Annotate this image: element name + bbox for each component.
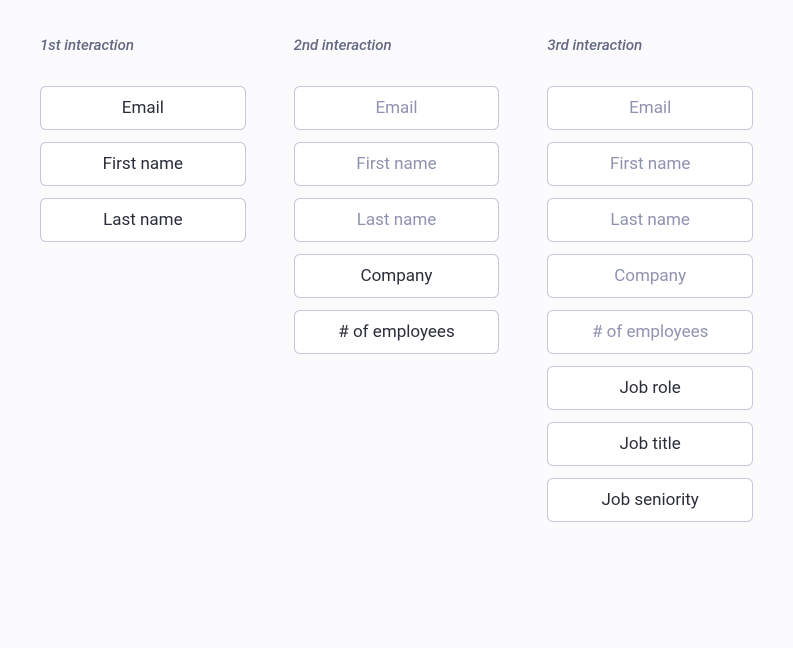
field-label: Job role bbox=[620, 378, 681, 398]
columns-container: 1st interaction Email First name Last na… bbox=[40, 36, 753, 534]
interaction-column-1: 1st interaction Email First name Last na… bbox=[40, 36, 246, 534]
interaction-column-3: 3rd interaction Email First name Last na… bbox=[547, 36, 753, 534]
field-email[interactable]: Email bbox=[40, 86, 246, 130]
field-label: # of employees bbox=[592, 322, 708, 342]
field-label: Email bbox=[629, 98, 671, 118]
field-label: Last name bbox=[103, 210, 183, 230]
field-last-name[interactable]: Last name bbox=[547, 198, 753, 242]
field-label: Job title bbox=[620, 434, 681, 454]
field-label: Company bbox=[361, 266, 433, 286]
field-company[interactable]: Company bbox=[294, 254, 500, 298]
field-job-seniority[interactable]: Job seniority bbox=[547, 478, 753, 522]
column-header: 1st interaction bbox=[40, 36, 246, 54]
field-first-name[interactable]: First name bbox=[547, 142, 753, 186]
field-label: Email bbox=[122, 98, 164, 118]
field-label: Job seniority bbox=[602, 490, 699, 510]
column-header: 2nd interaction bbox=[294, 36, 500, 54]
field-email[interactable]: Email bbox=[547, 86, 753, 130]
field-label: # of employees bbox=[338, 322, 454, 342]
field-label: Company bbox=[614, 266, 686, 286]
field-label: First name bbox=[103, 154, 183, 174]
field-label: Email bbox=[375, 98, 417, 118]
field-first-name[interactable]: First name bbox=[40, 142, 246, 186]
field-label: First name bbox=[356, 154, 436, 174]
field-label: Last name bbox=[357, 210, 437, 230]
field-last-name[interactable]: Last name bbox=[40, 198, 246, 242]
field-job-role[interactable]: Job role bbox=[547, 366, 753, 410]
interaction-column-2: 2nd interaction Email First name Last na… bbox=[294, 36, 500, 534]
field-label: First name bbox=[610, 154, 690, 174]
field-email[interactable]: Email bbox=[294, 86, 500, 130]
field-job-title[interactable]: Job title bbox=[547, 422, 753, 466]
field-first-name[interactable]: First name bbox=[294, 142, 500, 186]
field-company[interactable]: Company bbox=[547, 254, 753, 298]
field-num-employees[interactable]: # of employees bbox=[547, 310, 753, 354]
field-label: Last name bbox=[610, 210, 690, 230]
field-last-name[interactable]: Last name bbox=[294, 198, 500, 242]
field-num-employees[interactable]: # of employees bbox=[294, 310, 500, 354]
column-header: 3rd interaction bbox=[547, 36, 753, 54]
